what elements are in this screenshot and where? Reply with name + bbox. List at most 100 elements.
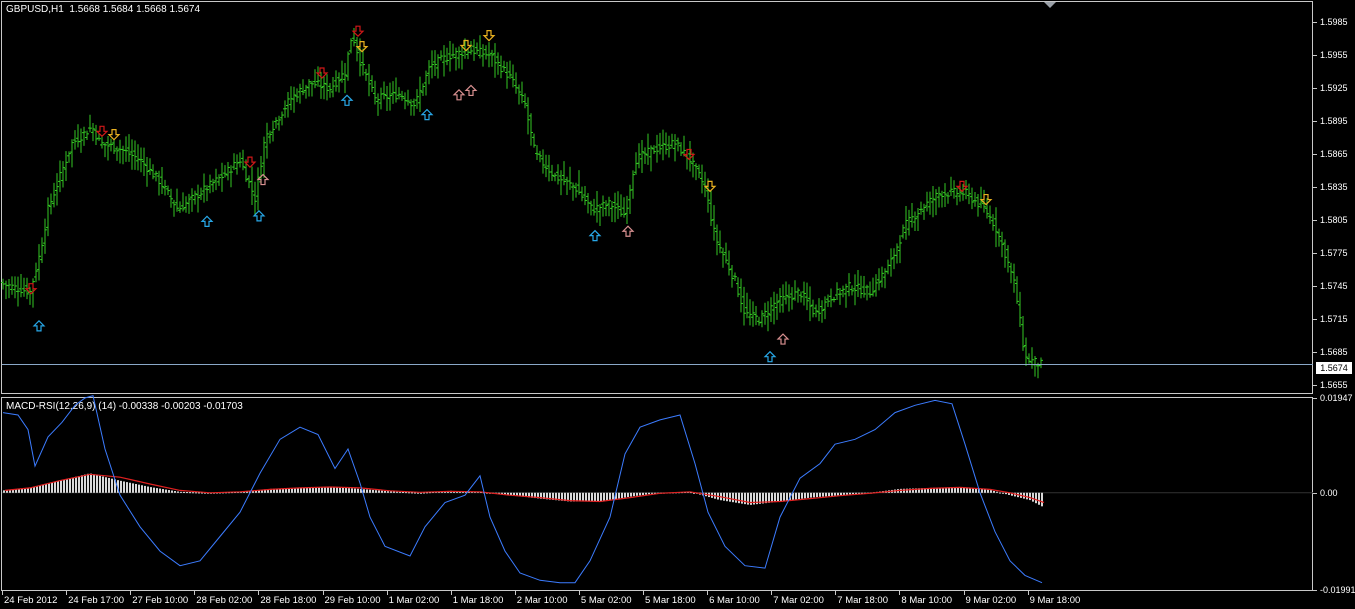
macd-histogram-bar <box>135 484 137 493</box>
macd-histogram-bar <box>855 492 857 494</box>
macd-histogram-bar <box>642 492 644 495</box>
macd-histogram-bar <box>594 492 596 502</box>
macd-histogram-bar <box>324 487 326 493</box>
macd-histogram-bar <box>981 489 983 493</box>
macd-histogram-bar <box>618 492 620 499</box>
macd-histogram-bar <box>195 492 197 494</box>
macd-histogram-bar <box>147 486 149 493</box>
price-axis-label: 1.5985 <box>1320 17 1348 28</box>
macd-histogram-bar <box>831 492 833 496</box>
macd-histogram-bar <box>96 475 98 493</box>
time-axis-tick <box>2 591 3 595</box>
macd-histogram-bar <box>1035 492 1037 504</box>
macd-histogram-bar <box>120 480 122 493</box>
macd-histogram-bar <box>585 492 587 502</box>
macd-histogram-bar <box>42 484 44 493</box>
macd-histogram-bar <box>633 492 635 497</box>
macd-histogram-bar <box>111 478 113 493</box>
sell-arrow-icon <box>107 129 121 141</box>
macd-histogram-bar <box>306 487 308 493</box>
macd-histogram-bar <box>3 490 5 493</box>
price-axis-tick <box>1313 319 1317 321</box>
macd-histogram-bar <box>411 492 413 494</box>
macd-histogram-bar <box>153 487 155 493</box>
time-axis-label: 28 Feb 02:00 <box>196 595 253 606</box>
macd-histogram-bar <box>138 484 140 493</box>
macd-histogram-bar <box>1026 492 1028 500</box>
macd-histogram-bar <box>162 489 164 493</box>
buy-arrow-icon <box>464 84 478 97</box>
macd-histogram-bar <box>60 480 62 493</box>
macd-histogram-bar <box>1032 492 1034 502</box>
macd-histogram-bar <box>159 488 161 493</box>
macd-histogram-bar <box>807 492 809 498</box>
macd-histogram-bar <box>336 487 338 493</box>
time-axis-label: 24 Feb 2012 <box>4 595 58 606</box>
macd-histogram-bar <box>801 492 803 499</box>
price-axis-tick <box>1313 55 1317 57</box>
macd-histogram-bar <box>624 492 626 498</box>
price-axis-label: 1.5835 <box>1320 182 1348 193</box>
macd-histogram-bar <box>612 492 614 500</box>
macd-histogram-bar <box>141 485 143 493</box>
macd-histogram-bar <box>837 492 839 496</box>
macd-histogram-bar <box>27 488 29 493</box>
macd-histogram-bar <box>636 492 638 496</box>
macd-histogram-bar <box>90 473 92 493</box>
time-axis-label: 27 Feb 10:00 <box>132 595 189 606</box>
buy-arrow-icon <box>340 94 354 106</box>
macd-histogram-bar <box>192 492 194 494</box>
macd-histogram-bar <box>804 492 806 499</box>
macd-histogram-bar <box>795 492 797 500</box>
buy-arrow-icon <box>588 229 602 242</box>
macd-histogram-bar <box>51 482 53 493</box>
macd-histogram-bar <box>108 477 110 493</box>
macd-histogram-bar <box>813 492 815 498</box>
macd-histogram-bar <box>408 492 410 494</box>
macd-histogram-bar <box>849 492 851 495</box>
macd-histogram-bar <box>150 487 152 493</box>
macd-histogram-bar <box>174 491 176 493</box>
price-axis-tick <box>1313 220 1317 222</box>
chart-drawing-layer <box>1 25 1313 584</box>
macd-histogram-bar <box>384 490 386 493</box>
macd-histogram-bar <box>309 487 311 493</box>
macd-histogram-bar <box>741 492 743 504</box>
macd-histogram-bar <box>177 491 179 493</box>
macd-histogram-bar <box>600 492 602 502</box>
indicator-axis-label: 0.01947 <box>1320 393 1353 404</box>
macd-histogram-bar <box>297 487 299 493</box>
macd-histogram-bar <box>843 492 845 495</box>
time-axis-tick <box>899 591 901 595</box>
macd-histogram-bar <box>303 487 305 493</box>
sell-arrow-icon <box>979 193 993 206</box>
macd-histogram-bar <box>783 492 785 502</box>
time-axis-tick <box>66 591 68 595</box>
macd-histogram-bar <box>78 476 80 493</box>
macd-histogram-bar <box>840 492 842 496</box>
macd-histogram-bar <box>129 482 131 493</box>
macd-histogram-bar <box>393 491 395 493</box>
time-axis-tick <box>322 591 324 595</box>
time-axis-tick <box>643 591 644 595</box>
time-axis-label: 29 Feb 10:00 <box>324 595 381 606</box>
macd-histogram-bar <box>198 492 200 494</box>
macd-histogram-bar <box>639 492 641 496</box>
indicator-axis-label: 0.00 <box>1320 487 1338 498</box>
price-axis-tick <box>1313 286 1317 288</box>
macd-histogram-bar <box>363 489 365 493</box>
macd-histogram-bar <box>798 492 800 500</box>
macd-histogram-bar <box>186 492 188 494</box>
bid-price-label: 1.5674 <box>1316 362 1352 374</box>
macd-histogram-bar <box>630 492 632 497</box>
price-axis-label: 1.5895 <box>1320 116 1348 127</box>
time-axis-label: 7 Mar 02:00 <box>773 595 824 606</box>
buy-arrow-icon <box>32 320 46 332</box>
macd-histogram-bar <box>735 492 737 503</box>
macd-histogram-bar <box>999 492 1001 494</box>
macd-signal-line <box>4 473 1045 504</box>
macd-histogram-bar <box>588 492 590 502</box>
macd-histogram-bar <box>132 483 134 493</box>
time-axis-tick <box>386 591 388 595</box>
time-axis-tick <box>258 591 260 595</box>
